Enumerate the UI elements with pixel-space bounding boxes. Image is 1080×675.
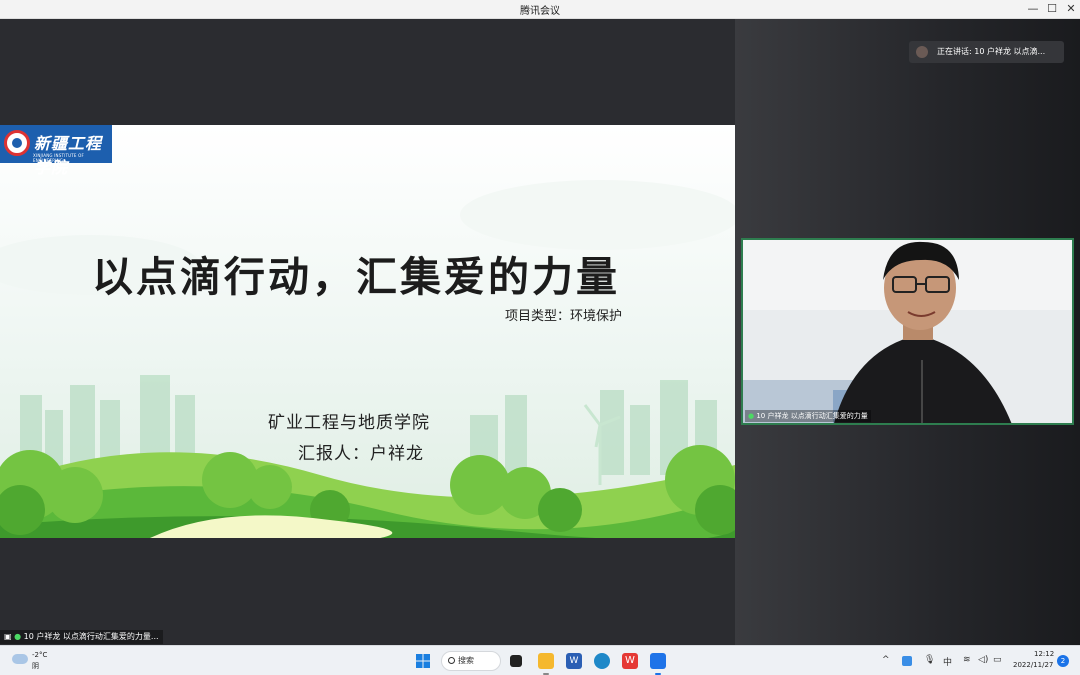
speaking-indicator[interactable]: 正在讲话: 10 户祥龙 以点滴... [909, 41, 1064, 63]
tray-app-icon[interactable] [902, 656, 912, 666]
share-source-label[interactable]: ▣ ● 10 户祥龙 以点滴行动汇集爱的力量... [0, 630, 163, 644]
mic-icon: ● [14, 632, 22, 641]
chevron-up-icon[interactable]: ^ [882, 655, 890, 665]
video-frame [743, 240, 1072, 423]
presentation-slide: 新疆工程学院 XINJIANG INSTITUTE OF ENGINEERING… [0, 125, 735, 538]
logo-en-text: XINJIANG INSTITUTE OF ENGINEERING [33, 153, 84, 163]
edge-icon[interactable] [594, 653, 610, 669]
notification-badge[interactable]: 2 [1057, 655, 1069, 667]
mic-icon: ● [748, 412, 755, 420]
video-label-text: 10 户祥龙 以点滴行动汇集爱的力量 [756, 412, 868, 420]
slide-subtitle: 项目类型：环境保护 [505, 309, 623, 324]
tencent-meeting-icon[interactable] [650, 653, 666, 669]
clock-time[interactable]: 12:12 [1034, 650, 1054, 658]
video-label: ● 10 户祥龙 以点滴行动汇集爱的力量 [745, 410, 871, 422]
start-icon[interactable] [415, 653, 431, 669]
weather-temp[interactable]: -2°C [32, 651, 47, 659]
speaking-text: 正在讲话: 10 户祥龙 以点滴... [937, 47, 1046, 56]
slide-department: 矿业工程与地质学院 [268, 413, 430, 433]
task-view-icon[interactable] [510, 655, 522, 667]
search-label: 搜索 [458, 656, 474, 665]
minimize-icon[interactable]: — [1024, 1, 1042, 17]
school-emblem-icon [4, 130, 30, 156]
weather-desc[interactable]: 阴 [32, 661, 39, 671]
share-label-text: 10 户祥龙 以点滴行动汇集爱的力量... [23, 632, 159, 641]
slide-reporter: 汇报人：户祥龙 [298, 444, 424, 464]
participant-panel: 正在讲话: 10 户祥龙 以点滴... ● 10 户祥龙 以点滴行动汇集爱的力量 [735, 19, 1080, 645]
clock-date[interactable]: 2022/11/27 [1013, 661, 1053, 669]
battery-icon[interactable]: ▭ [993, 655, 1002, 665]
taskbar: -2°C 阴 搜索 W W ^ 🎙 中 ≋ ◁) ▭ 12:12 2022/11… [0, 645, 1080, 675]
ime-indicator[interactable]: 中 [943, 655, 952, 668]
slide-background [0, 125, 735, 538]
window-title: 腾讯会议 [520, 6, 560, 17]
taskbar-search[interactable]: 搜索 [441, 651, 501, 671]
title-bar: 腾讯会议 — ☐ ✕ [0, 0, 1080, 19]
maximize-icon[interactable]: ☐ [1043, 1, 1061, 17]
word-icon[interactable]: W [566, 653, 582, 669]
close-icon[interactable]: ✕ [1062, 1, 1080, 17]
weather-cloud-icon[interactable] [12, 654, 28, 664]
speaker-avatar [916, 46, 928, 58]
participant-video[interactable]: ● 10 户祥龙 以点滴行动汇集爱的力量 [741, 238, 1074, 425]
microphone-icon[interactable]: 🎙 [924, 655, 935, 665]
volume-icon[interactable]: ◁) [978, 655, 988, 665]
screen-share-area: 新疆工程学院 XINJIANG INSTITUTE OF ENGINEERING… [0, 19, 735, 645]
screen-icon: ▣ [4, 632, 12, 641]
school-logo: 新疆工程学院 XINJIANG INSTITUTE OF ENGINEERING [0, 125, 112, 177]
wps-icon[interactable]: W [622, 653, 638, 669]
search-icon [448, 657, 455, 664]
file-explorer-icon[interactable] [538, 653, 554, 669]
slide-title: 以点滴行动，汇集爱的力量 [92, 253, 620, 301]
wifi-icon[interactable]: ≋ [963, 655, 971, 665]
